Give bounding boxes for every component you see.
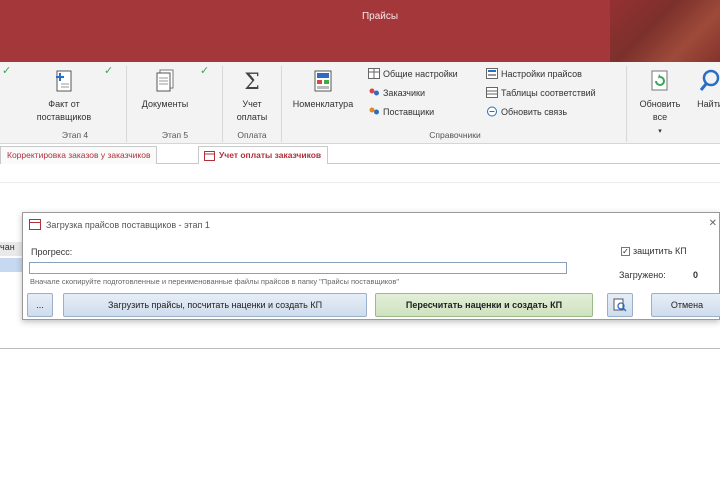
customers-label: Заказчики xyxy=(383,87,425,98)
fakt-button[interactable]: Факт от поставщиков xyxy=(22,68,106,124)
tab-orders-correction[interactable]: Корректировка заказов у заказчиков xyxy=(0,146,158,164)
instructions-text: Вначале скопируйте подготовленные и пере… xyxy=(30,277,399,286)
sigma-icon: Σ xyxy=(244,70,260,94)
customers-item[interactable]: Заказчики xyxy=(368,87,425,98)
load-prices-dialog: Загрузка прайсов поставщиков - этап 1 ✕ … xyxy=(22,212,720,320)
tab-label: Учет оплаты заказчиков xyxy=(219,150,322,160)
ribbon-separator xyxy=(222,66,223,142)
check-icon: ✓ xyxy=(200,65,210,77)
tab-label: Корректировка заказов у заказчиков xyxy=(7,150,151,160)
link-icon xyxy=(487,106,497,117)
ribbon-separator xyxy=(126,66,127,142)
price-settings-label: Настройки прайсов xyxy=(501,68,582,79)
browse-button[interactable]: ... xyxy=(27,293,53,317)
fakt-label: Факт от поставщиков xyxy=(36,99,92,122)
checkbox-box[interactable]: ✓ xyxy=(621,246,630,256)
preview-button[interactable] xyxy=(607,293,633,317)
group-label-spravochniki: Справочники xyxy=(429,130,481,140)
check-icon: ✓ xyxy=(2,65,12,77)
ribbon-separator xyxy=(281,66,282,142)
settings-grid-icon xyxy=(368,68,380,79)
loaded-count: 0 xyxy=(693,270,699,280)
mapping-tables-item[interactable]: Таблицы соответствий xyxy=(486,87,596,98)
document-add-icon xyxy=(56,70,72,92)
search-icon xyxy=(699,69,720,91)
group-label-etap4: Этап 4 xyxy=(61,130,89,140)
nomenclature-label: Номенклатура xyxy=(292,99,354,109)
suppliers-label: Поставщики xyxy=(383,106,435,117)
find-label: Найти xyxy=(697,99,720,109)
group-label-oplata: Оплата xyxy=(237,130,267,140)
dialog-title: Загрузка прайсов поставщиков - этап 1 xyxy=(29,219,210,230)
find-button[interactable]: Найти xyxy=(690,68,720,111)
check-icon: ✓ xyxy=(104,65,114,77)
progress-label: Прогресс: xyxy=(31,247,73,257)
nomenclature-button[interactable]: Номенклатура xyxy=(284,68,362,111)
table-icon xyxy=(486,87,498,98)
refresh-all-label: Обновить все xyxy=(639,99,681,122)
refresh-all-button[interactable]: Обновить все ▾ xyxy=(632,68,688,138)
update-link-item[interactable]: Обновить связь xyxy=(486,106,567,117)
refresh-icon xyxy=(651,70,668,91)
progress-bar xyxy=(29,262,567,274)
tab-payment-accounting[interactable]: Учет оплаты заказчиков xyxy=(198,146,329,164)
form-bottom-line xyxy=(0,348,720,349)
close-icon[interactable]: ✕ xyxy=(709,218,717,229)
background-selected-cell[interactable] xyxy=(0,258,22,272)
price-settings-icon xyxy=(486,68,498,79)
cancel-button[interactable]: Отмена xyxy=(651,293,720,317)
update-link-label: Обновить связь xyxy=(501,106,568,117)
documents-icon xyxy=(156,69,174,92)
form-icon xyxy=(204,151,215,161)
dialog-title-text: Загрузка прайсов поставщиков - этап 1 xyxy=(46,219,210,230)
documents-label: Документы xyxy=(141,99,189,109)
group-label-etap5: Этап 5 xyxy=(161,130,189,140)
general-settings-item[interactable]: Общие настройки xyxy=(368,68,458,79)
uchet-button[interactable]: Σ Учет оплаты xyxy=(226,68,278,124)
general-settings-label: Общие настройки xyxy=(383,68,458,79)
customers-icon xyxy=(369,88,379,96)
suppliers-icon xyxy=(369,107,379,115)
recalculate-button[interactable]: Пересчитать наценки и создать КП xyxy=(375,293,593,317)
svg-text:Σ: Σ xyxy=(244,70,260,94)
form-icon xyxy=(29,219,41,230)
title-bar: Прайсы xyxy=(0,0,720,62)
protect-kp-label: защитить КП xyxy=(633,246,687,256)
window-title: Прайсы xyxy=(361,11,399,22)
mapping-tables-label: Таблицы соответствий xyxy=(501,87,596,98)
form-divider xyxy=(0,182,720,183)
protect-kp-checkbox[interactable]: ✓ защитить КП xyxy=(621,246,687,256)
ribbon: ✓ Факт от поставщиков ✓ Этап 4 Документы… xyxy=(0,62,720,144)
nomenclature-icon xyxy=(314,70,332,92)
documents-button[interactable]: Документы xyxy=(130,68,200,111)
suppliers-item[interactable]: Поставщики xyxy=(368,106,434,117)
document-tab-strip: Корректировка заказов у заказчиков Учет … xyxy=(0,144,720,164)
loaded-label: Загружено: xyxy=(619,270,666,280)
report-preview-icon xyxy=(613,298,627,312)
uchet-label: Учет оплаты xyxy=(236,99,268,122)
price-settings-item[interactable]: Настройки прайсов xyxy=(486,68,582,79)
title-bar-decoration xyxy=(610,0,720,62)
refresh-dropdown-icon: ▾ xyxy=(658,128,662,135)
background-column-header: чан xyxy=(0,242,22,256)
load-prices-button[interactable]: Загрузить прайсы, посчитать наценки и со… xyxy=(63,293,367,317)
ribbon-separator xyxy=(626,66,627,142)
